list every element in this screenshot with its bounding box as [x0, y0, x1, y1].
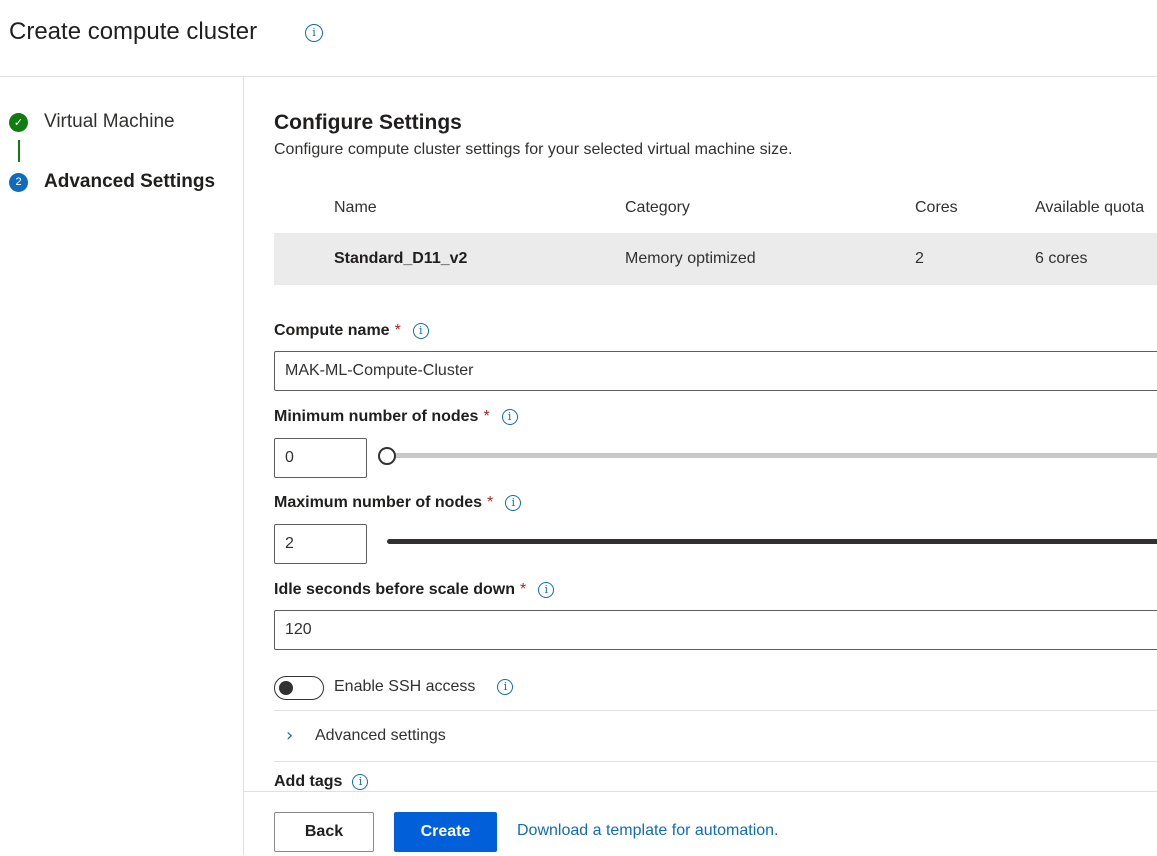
- table-header: Name Category Cores Available quota: [274, 182, 1157, 234]
- ssh-toggle[interactable]: [274, 676, 324, 700]
- required-marker: *: [519, 581, 527, 598]
- info-icon[interactable]: i: [505, 495, 522, 511]
- max-nodes-slider-track[interactable]: [387, 539, 1157, 544]
- step-connector: [18, 140, 20, 162]
- label-text: Maximum number of nodes: [274, 494, 483, 511]
- compute-name-input[interactable]: MAK-ML-Compute-Cluster: [274, 351, 1157, 391]
- required-marker: *: [483, 408, 490, 425]
- column-header-cores: Cores: [915, 199, 958, 216]
- min-nodes-input[interactable]: 0: [274, 438, 367, 478]
- advanced-settings-expander[interactable]: › Advanced settings: [286, 725, 446, 746]
- footer-bar: Back Create Download a template for auto…: [244, 791, 1157, 856]
- wizard-step-virtual-machine[interactable]: ✓ Virtual Machine: [9, 111, 175, 133]
- vm-name: Standard_D11_v2: [334, 250, 468, 267]
- info-icon[interactable]: i: [501, 409, 518, 425]
- divider: [274, 761, 1157, 762]
- toggle-knob: [279, 681, 293, 695]
- step-label: Virtual Machine: [44, 111, 175, 132]
- ssh-toggle-label: Enable SSH access i: [334, 678, 514, 696]
- info-icon[interactable]: i: [497, 679, 514, 695]
- compute-name-label: Compute name * i: [274, 322, 429, 340]
- info-icon[interactable]: i: [538, 582, 555, 598]
- expander-label: Advanced settings: [315, 726, 446, 744]
- max-nodes-input[interactable]: 2: [274, 524, 367, 564]
- step-number-icon: 2: [9, 172, 28, 192]
- back-button[interactable]: Back: [274, 812, 374, 852]
- wizard-step-advanced-settings[interactable]: 2 Advanced Settings: [9, 171, 215, 193]
- check-circle-icon: ✓: [9, 112, 28, 132]
- info-icon[interactable]: i: [412, 323, 429, 339]
- label-text: Add tags: [274, 773, 343, 790]
- label-text: Compute name: [274, 322, 390, 339]
- min-nodes-label: Minimum number of nodes * i: [274, 408, 518, 426]
- page-title: Create compute cluster: [9, 18, 258, 45]
- min-nodes-slider-track[interactable]: [387, 453, 1157, 458]
- download-template-link[interactable]: Download a template for automation.: [517, 822, 778, 840]
- required-marker: *: [487, 494, 494, 511]
- column-header-name: Name: [334, 199, 377, 216]
- section-subtitle: Configure compute cluster settings for y…: [274, 141, 793, 158]
- max-nodes-label: Maximum number of nodes * i: [274, 494, 522, 512]
- required-marker: *: [394, 322, 401, 339]
- vm-cores: 2: [915, 250, 924, 267]
- idle-seconds-input[interactable]: 120: [274, 610, 1157, 650]
- vm-quota: 6 cores: [1035, 250, 1088, 267]
- vm-category: Memory optimized: [625, 250, 756, 267]
- column-header-quota: Available quota: [1035, 199, 1145, 216]
- page-header: Create compute cluster i: [0, 0, 1157, 77]
- info-icon[interactable]: i: [352, 774, 369, 790]
- label-text: Enable SSH access: [334, 678, 476, 695]
- add-tags-label: Add tags i: [274, 773, 369, 791]
- idle-seconds-label: Idle seconds before scale down * i: [274, 581, 555, 599]
- section-title: Configure Settings: [274, 111, 462, 134]
- settings-panel: Configure Settings Configure compute clu…: [244, 77, 1157, 791]
- create-button[interactable]: Create: [394, 812, 497, 852]
- wizard-steps: ✓ Virtual Machine 2 Advanced Settings: [0, 77, 244, 855]
- table-row: Standard_D11_v2 Memory optimized 2 6 cor…: [274, 233, 1157, 285]
- label-text: Minimum number of nodes: [274, 408, 479, 425]
- divider: [274, 710, 1157, 711]
- label-text: Idle seconds before scale down: [274, 581, 515, 598]
- min-nodes-slider-thumb[interactable]: [378, 447, 396, 465]
- info-icon[interactable]: i: [305, 24, 323, 42]
- step-label: Advanced Settings: [44, 171, 216, 192]
- chevron-right-icon: ›: [286, 725, 294, 746]
- column-header-category: Category: [625, 199, 690, 216]
